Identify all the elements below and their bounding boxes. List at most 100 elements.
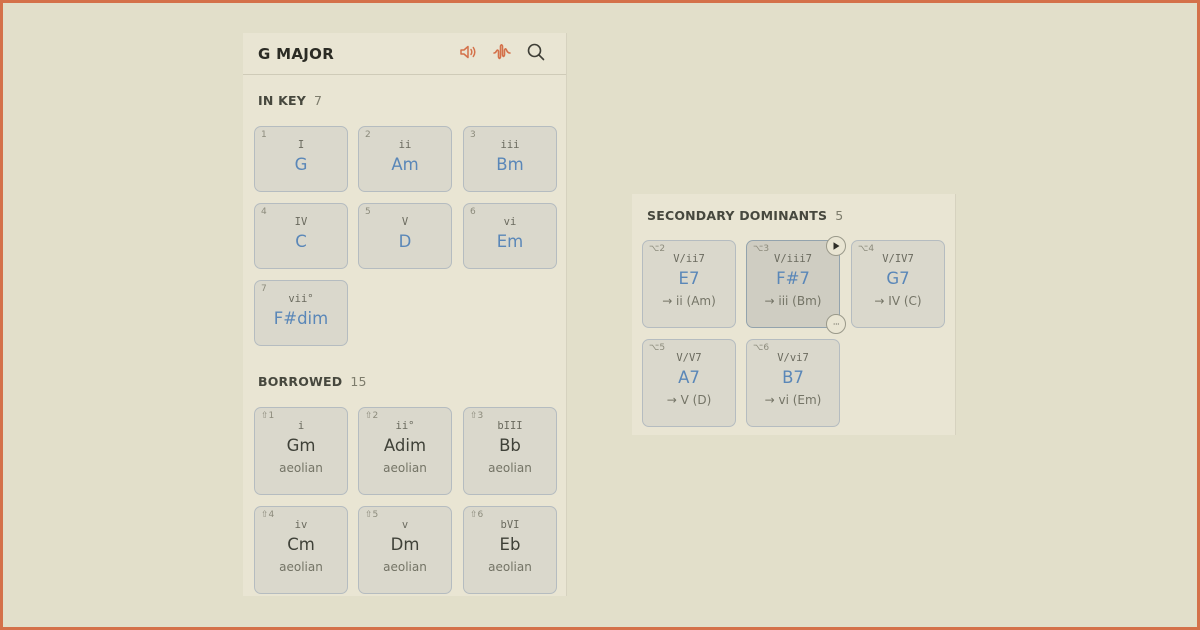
chord-card-g7[interactable]: ⌥4 V/IV7 G7 → IV (C) — [851, 240, 945, 328]
chord-name: D — [398, 232, 412, 251]
chord-card-d[interactable]: 5 V D — [358, 203, 452, 269]
chord-roman: IV — [294, 216, 308, 228]
chord-roman: ii° — [395, 420, 415, 432]
chord-roman: V/ii7 — [673, 253, 705, 265]
chord-name: Am — [391, 155, 419, 174]
chord-degree: ⇧6 — [470, 510, 484, 520]
chord-roman: vii° — [288, 293, 314, 305]
chord-card-em[interactable]: 6 vi Em — [463, 203, 557, 269]
chord-roman: I — [297, 139, 305, 151]
chord-name: Eb — [499, 535, 521, 554]
chord-roman: ii — [398, 139, 412, 151]
chord-degree: 2 — [365, 130, 371, 140]
chord-roman: vi — [503, 216, 517, 228]
chord-mode: aeolian — [279, 461, 323, 475]
chord-degree: 1 — [261, 130, 267, 140]
chord-degree: ⇧2 — [365, 411, 379, 421]
chord-roman: bVI — [500, 519, 520, 531]
more-icon: ··· — [832, 319, 840, 329]
chord-degree: 4 — [261, 207, 267, 217]
waveform-icon[interactable] — [490, 40, 514, 64]
play-button[interactable] — [826, 236, 846, 256]
chord-roman: V — [401, 216, 409, 228]
chord-card-eb[interactable]: ⇧6 bVI Eb aeolian — [463, 506, 557, 594]
chord-roman: V/IV7 — [882, 253, 914, 265]
chord-name: A7 — [678, 368, 700, 387]
chord-card-g[interactable]: 1 I G — [254, 126, 348, 192]
chord-degree: 3 — [470, 130, 476, 140]
chord-mode: aeolian — [279, 560, 323, 574]
chord-mode: aeolian — [488, 560, 532, 574]
chord-card-fsharp7[interactable]: ⌥3 V/iii7 F#7 → iii (Bm) — [746, 240, 840, 328]
chord-roman: bIII — [497, 420, 523, 432]
borrowed-section-label: BORROWED 15 — [258, 374, 367, 389]
chord-roman: V/V7 — [676, 352, 702, 364]
chord-mode: aeolian — [383, 461, 427, 475]
chord-card-dm[interactable]: ⇧5 v Dm aeolian — [358, 506, 452, 594]
chord-target: → iii (Bm) — [764, 294, 822, 308]
panel-header: G MAJOR — [243, 33, 566, 75]
chord-degree: ⌥3 — [753, 244, 770, 254]
chord-name: G — [294, 155, 308, 174]
chord-roman: iv — [294, 519, 308, 531]
chord-degree: ⇧4 — [261, 510, 275, 520]
chord-card-a7[interactable]: ⌥5 V/V7 A7 → V (D) — [642, 339, 736, 427]
chord-card-c[interactable]: 4 IV C — [254, 203, 348, 269]
chord-card-e7[interactable]: ⌥2 V/ii7 E7 → ii (Am) — [642, 240, 736, 328]
chord-degree: ⇧5 — [365, 510, 379, 520]
search-icon[interactable] — [524, 40, 548, 64]
secondary-section-label: SECONDARY DOMINANTS 5 — [647, 208, 843, 223]
chord-roman: iii — [500, 139, 520, 151]
chord-target: → IV (C) — [874, 294, 922, 308]
chord-degree: ⇧3 — [470, 411, 484, 421]
in-key-label: IN KEY — [258, 93, 306, 108]
chord-card-gm[interactable]: ⇧1 i Gm aeolian — [254, 407, 348, 495]
key-title: G MAJOR — [258, 44, 335, 63]
chord-card-bm[interactable]: 3 iii Bm — [463, 126, 557, 192]
speaker-icon[interactable] — [456, 40, 480, 64]
chord-name: Em — [496, 232, 524, 251]
chord-card-bb[interactable]: ⇧3 bIII Bb aeolian — [463, 407, 557, 495]
chord-card-b7[interactable]: ⌥6 V/vi7 B7 → vi (Em) — [746, 339, 840, 427]
chord-name: Bm — [496, 155, 524, 174]
chord-degree: ⇧1 — [261, 411, 275, 421]
outer-frame — [0, 0, 1200, 630]
chord-card-adim[interactable]: ⇧2 ii° Adim aeolian — [358, 407, 452, 495]
chord-mode: aeolian — [383, 560, 427, 574]
chord-name: G7 — [886, 269, 910, 288]
chord-degree: ⌥4 — [858, 244, 875, 254]
play-icon — [833, 242, 840, 250]
secondary-label: SECONDARY DOMINANTS — [647, 208, 828, 223]
chord-degree: 5 — [365, 207, 371, 217]
key-panel: G MAJOR IN KEY 7 1 I G 2 ii Am 3 iii Bm … — [243, 33, 567, 596]
chord-degree: ⌥5 — [649, 343, 666, 353]
chord-card-am[interactable]: 2 ii Am — [358, 126, 452, 192]
chord-card-cm[interactable]: ⇧4 iv Cm aeolian — [254, 506, 348, 594]
chord-mode: aeolian — [488, 461, 532, 475]
in-key-count: 7 — [313, 93, 323, 108]
chord-degree: 7 — [261, 284, 267, 294]
secondary-count: 5 — [835, 208, 844, 223]
chord-roman: V/iii7 — [774, 253, 812, 265]
chord-roman: V/vi7 — [777, 352, 809, 364]
chord-name: Cm — [287, 535, 315, 554]
chord-name: F#dim — [273, 309, 329, 328]
chord-name: E7 — [678, 269, 700, 288]
more-button[interactable]: ··· — [826, 314, 846, 334]
chord-name: F#7 — [776, 269, 810, 288]
in-key-section-label: IN KEY 7 — [258, 93, 322, 108]
chord-target: → ii (Am) — [662, 294, 716, 308]
chord-target: → vi (Em) — [764, 393, 822, 407]
chord-target: → V (D) — [666, 393, 712, 407]
chord-name: C — [295, 232, 307, 251]
chord-card-fsharp-dim[interactable]: 7 vii° F#dim — [254, 280, 348, 346]
borrowed-label: BORROWED — [258, 374, 343, 389]
chord-name: Adim — [383, 436, 427, 455]
chord-name: B7 — [782, 368, 804, 387]
chord-roman: v — [401, 519, 409, 531]
chord-degree: ⌥2 — [649, 244, 666, 254]
borrowed-count: 15 — [350, 374, 367, 389]
chord-name: Gm — [286, 436, 316, 455]
chord-name: Dm — [390, 535, 420, 554]
chord-name: Bb — [499, 436, 521, 455]
